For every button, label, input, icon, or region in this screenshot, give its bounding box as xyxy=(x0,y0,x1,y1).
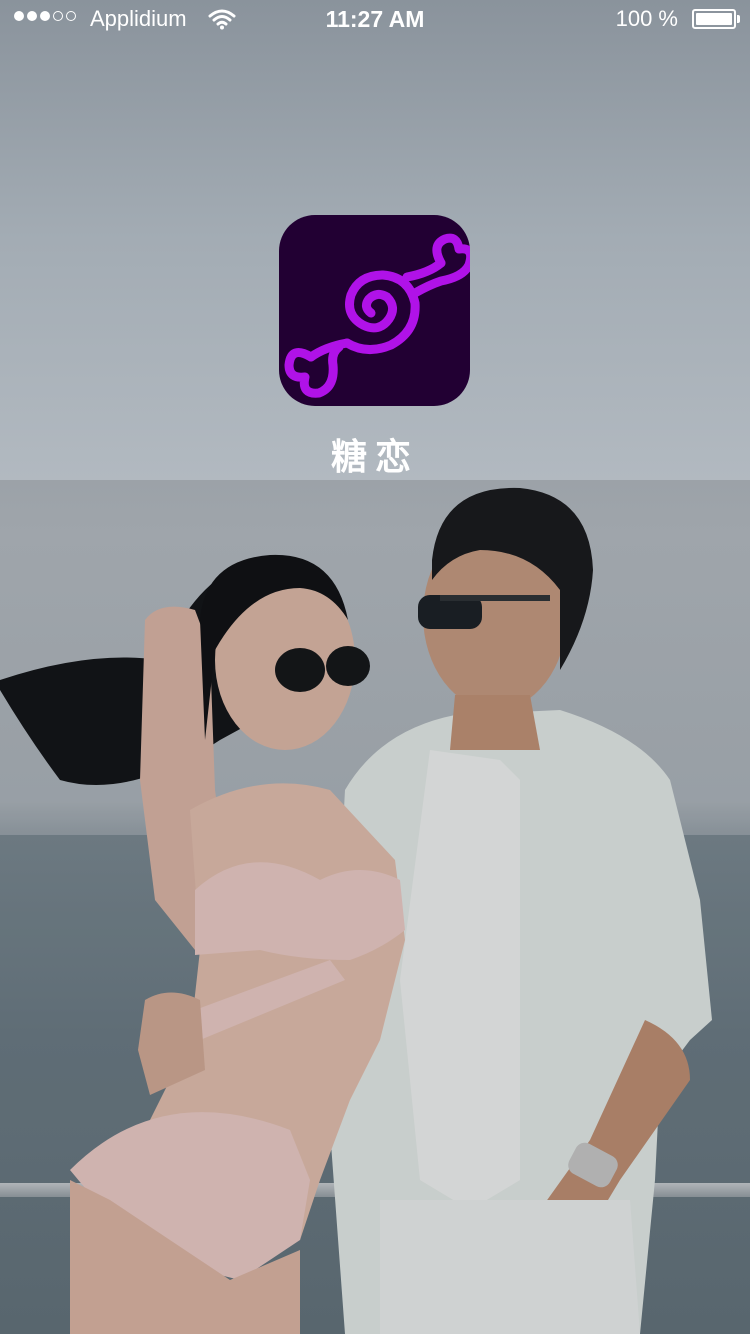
battery-icon xyxy=(692,9,740,29)
status-bar: Applidium 11:27 AM 100 % xyxy=(0,0,750,40)
splash-screen: Applidium 11:27 AM 100 % 糖恋 xyxy=(0,0,750,1334)
candy-logo-icon xyxy=(279,215,476,406)
couple-photo xyxy=(0,480,750,1334)
battery-percent: 100 % xyxy=(615,6,678,31)
app-name: 糖恋 xyxy=(330,436,419,477)
battery-fill xyxy=(696,13,732,25)
